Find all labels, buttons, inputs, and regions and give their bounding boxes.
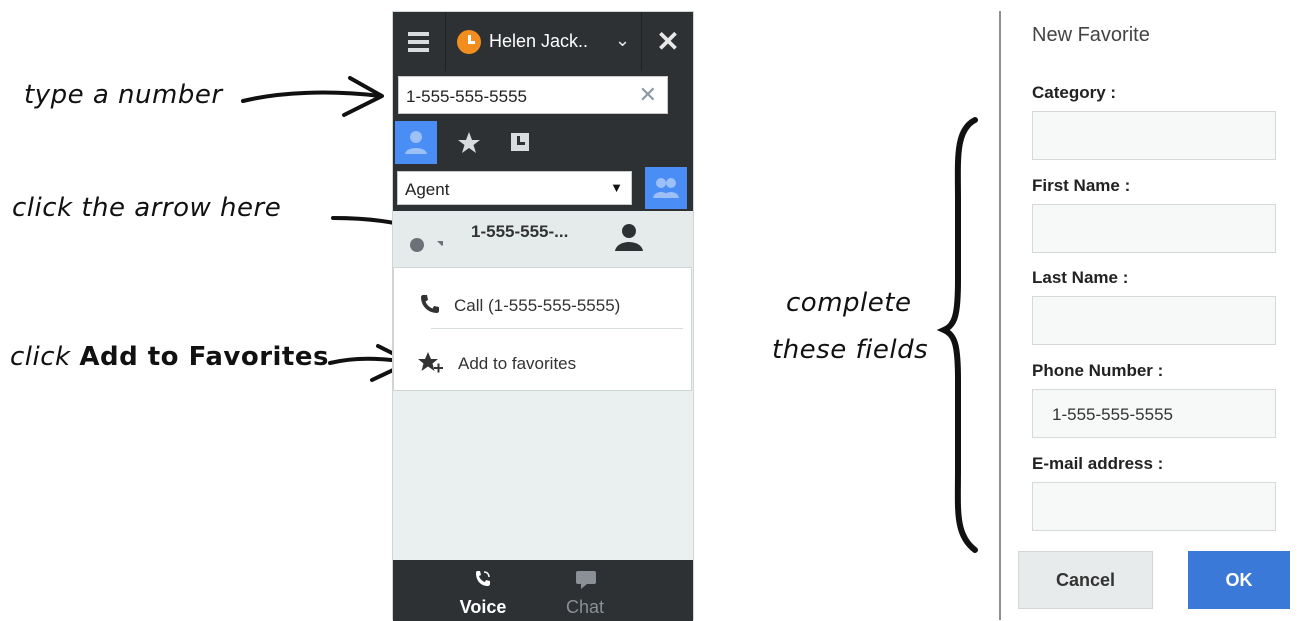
menu-item-add-favorites-label: Add to favorites xyxy=(458,354,577,373)
hamburger-icon-bar xyxy=(408,40,429,44)
curly-brace xyxy=(936,117,978,553)
chevron-down-icon[interactable]: ⌄ xyxy=(615,30,630,51)
contacts-tab[interactable] xyxy=(395,121,437,164)
phone-number-field[interactable]: 1-555-555-5555 xyxy=(1032,389,1276,438)
menu-item-call[interactable]: Call (1-555-555-5555) xyxy=(418,292,620,320)
annotation-these-fields: these fields xyxy=(772,335,929,365)
star-add-icon xyxy=(418,352,443,373)
annotation-add-favorites-bold: Add to Favorites xyxy=(79,342,329,372)
workspace-panel: Helen Jack.. ⌄ ✕ 1-555-555-5555 ✕ Agent … xyxy=(392,11,694,621)
voice-icon xyxy=(476,571,490,586)
close-icon[interactable]: ✕ xyxy=(643,12,693,71)
team-view-button[interactable] xyxy=(645,167,687,209)
contact-person-icon xyxy=(615,224,643,251)
menu-divider xyxy=(431,328,683,329)
bottom-channel-bar: Voice Chat xyxy=(393,560,693,621)
status-clock-icon xyxy=(457,30,481,54)
recent-history-icon xyxy=(511,133,529,151)
user-name: Helen Jack.. xyxy=(489,31,589,51)
category-field[interactable] xyxy=(1032,111,1276,160)
panel-divider xyxy=(999,11,1001,620)
dialog-title: New Favorite xyxy=(1032,24,1150,46)
tab-voice[interactable]: Voice xyxy=(433,560,533,621)
email-field[interactable] xyxy=(1032,482,1276,531)
last-name-field[interactable] xyxy=(1032,296,1276,345)
tab-chat[interactable]: Chat xyxy=(535,560,635,621)
arrow-to-search-head xyxy=(342,76,384,117)
result-number: 1-555-555-... xyxy=(471,222,569,241)
first-name-field[interactable] xyxy=(1032,204,1276,253)
cancel-button[interactable]: Cancel xyxy=(1018,551,1153,609)
top-bar: Helen Jack.. ⌄ ✕ xyxy=(393,12,693,71)
main-menu-button[interactable] xyxy=(393,12,446,71)
chat-icon xyxy=(576,571,596,589)
menu-item-call-label: Call (1-555-555-5555) xyxy=(454,296,621,315)
search-result-row[interactable]: 1-555-555-... xyxy=(393,211,693,267)
favorites-tab[interactable] xyxy=(448,121,490,164)
arrow-to-search xyxy=(241,90,382,103)
annotation-type-number: type a number xyxy=(24,80,223,110)
category-label: Category : xyxy=(1032,83,1117,102)
phone-number-label: Phone Number : xyxy=(1032,361,1164,380)
user-status-menu[interactable]: Helen Jack.. ⌄ xyxy=(447,12,642,71)
filter-select[interactable]: Agent ▼ xyxy=(397,171,632,205)
action-menu: Call (1-555-555-5555) Add to favorites xyxy=(393,267,692,391)
hamburger-icon xyxy=(408,32,429,36)
clear-search-icon[interactable]: ✕ xyxy=(639,82,657,108)
search-input-value: 1-555-555-5555 xyxy=(406,87,527,106)
tab-voice-label: Voice xyxy=(459,597,507,617)
annotation-click-prefix: click xyxy=(10,342,80,372)
person-icon xyxy=(405,131,427,154)
ok-button[interactable]: OK xyxy=(1188,551,1290,609)
phone-icon xyxy=(421,295,439,313)
tab-chat-label: Chat xyxy=(565,597,605,617)
annotation-complete: complete xyxy=(786,288,912,318)
menu-item-add-favorites[interactable]: Add to favorites xyxy=(418,350,576,378)
first-name-label: First Name : xyxy=(1032,176,1131,195)
last-name-label: Last Name : xyxy=(1032,268,1129,287)
annotation-click-arrow: click the arrow here xyxy=(12,193,282,223)
annotation-click-add-favorites: click Add to Favorites xyxy=(10,342,329,372)
call-action-icon[interactable] xyxy=(403,229,443,255)
recent-tab[interactable] xyxy=(499,121,541,164)
filter-select-value: Agent xyxy=(405,180,450,199)
phone-number-field-value: 1-555-555-5555 xyxy=(1052,405,1173,424)
select-arrow-icon: ▼ xyxy=(610,180,623,195)
email-label: E-mail address : xyxy=(1032,454,1164,473)
group-icon xyxy=(653,178,679,198)
star-icon xyxy=(458,132,480,153)
search-input[interactable]: 1-555-555-5555 ✕ xyxy=(398,76,668,114)
hamburger-icon-bar xyxy=(408,48,429,52)
